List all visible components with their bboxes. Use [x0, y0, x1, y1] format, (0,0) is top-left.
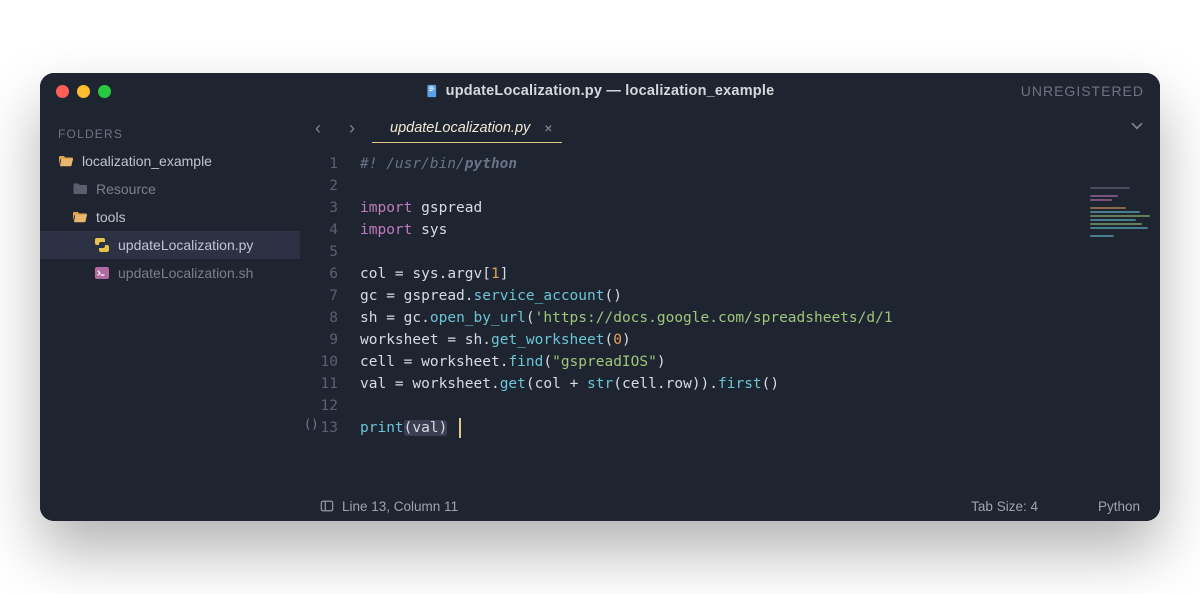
tab-overflow-button[interactable]	[1128, 117, 1152, 140]
folder-open-icon	[58, 153, 74, 169]
tab-label: updateLocalization.py	[390, 120, 530, 136]
sidebar-folder-resource[interactable]: Resource	[40, 175, 300, 203]
code-area[interactable]: #! /usr/bin/python import gspreadimport …	[348, 147, 1160, 491]
titlebar: updateLocalization.py — localization_exa…	[40, 73, 1160, 109]
close-tab-button[interactable]: ×	[540, 120, 556, 136]
unregistered-label: UNREGISTERED	[1021, 83, 1144, 99]
tab-size[interactable]: Tab Size: 4	[971, 499, 1038, 514]
file-label: updateLocalization.sh	[118, 265, 253, 281]
gutter-fold-marker: ()	[304, 417, 318, 431]
document-icon	[426, 84, 440, 98]
sidebar-folder-root[interactable]: localization_example	[40, 147, 300, 175]
tab-current[interactable]: updateLocalization.py ×	[372, 114, 562, 143]
status-bar: Line 13, Column 11 Tab Size: 4 Python	[300, 491, 1160, 521]
folder-open-icon	[72, 209, 88, 225]
nav-forward-button[interactable]: ›	[338, 114, 366, 142]
sidebar-folder-tools[interactable]: tools	[40, 203, 300, 231]
python-file-icon	[94, 237, 110, 253]
window-title-text: updateLocalization.py — localization_exa…	[446, 83, 775, 99]
line-number-gutter: () 12345678910111213	[300, 147, 348, 491]
folder-label: localization_example	[82, 153, 212, 169]
sidebar-file-update-localization-sh[interactable]: updateLocalization.sh	[40, 259, 300, 287]
shell-file-icon	[94, 265, 110, 281]
window-controls	[56, 85, 111, 98]
maximize-window-button[interactable]	[98, 85, 111, 98]
sidebar-file-update-localization-py[interactable]: updateLocalization.py	[40, 231, 300, 259]
editor-window: updateLocalization.py — localization_exa…	[40, 73, 1160, 521]
minimize-window-button[interactable]	[77, 85, 90, 98]
language-mode[interactable]: Python	[1098, 499, 1140, 514]
folder-label: Resource	[96, 181, 156, 197]
panel-icon[interactable]	[320, 499, 342, 513]
sidebar-heading: FOLDERS	[40, 121, 300, 147]
window-title: updateLocalization.py — localization_exa…	[426, 83, 775, 99]
editor-main: ‹ › updateLocalization.py × () 123456789…	[300, 109, 1160, 521]
sidebar: FOLDERS localization_example Resource to…	[40, 109, 300, 521]
folder-icon	[72, 181, 88, 197]
code-editor[interactable]: () 12345678910111213 #! /usr/bin/python …	[300, 147, 1160, 491]
folder-label: tools	[96, 209, 126, 225]
file-label: updateLocalization.py	[118, 237, 253, 253]
nav-back-button[interactable]: ‹	[304, 114, 332, 142]
close-window-button[interactable]	[56, 85, 69, 98]
tab-bar: ‹ › updateLocalization.py ×	[300, 109, 1160, 147]
cursor-position[interactable]: Line 13, Column 11	[342, 499, 458, 514]
minimap[interactable]	[1090, 187, 1154, 247]
